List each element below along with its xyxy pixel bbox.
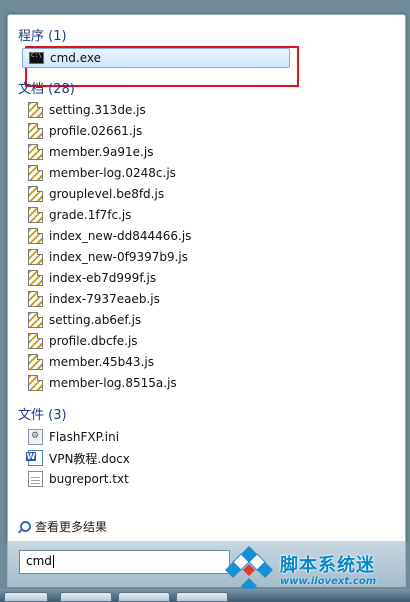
js-file-icon [28, 354, 43, 370]
result-label: grouplevel.be8fd.js [49, 187, 165, 201]
result-document[interactable]: setting.313de.js [28, 100, 146, 120]
result-label: grade.1f7fc.js [49, 208, 132, 222]
taskbar-button[interactable] [4, 592, 48, 602]
search-icon [17, 520, 31, 534]
search-input[interactable]: cmd [19, 550, 230, 574]
search-input-value: cmd [26, 554, 52, 568]
result-label: index_new-dd844466.js [49, 229, 192, 243]
js-file-icon [28, 375, 43, 391]
watermark-title: 脚本系统迷 [280, 555, 375, 576]
result-document[interactable]: index-eb7d999f.js [28, 268, 156, 288]
result-file[interactable]: VPN教程.docx [26, 448, 130, 468]
start-menu-search-results: 程序 (1) cmd.exe 文档 (28) setting.313de.js … [7, 14, 406, 543]
see-more-label: 查看更多结果 [35, 520, 108, 534]
js-file-icon [28, 207, 43, 223]
text-caret [52, 555, 54, 568]
text-file-icon [28, 471, 43, 487]
js-file-icon [28, 291, 43, 307]
result-file[interactable]: bugreport.txt [28, 469, 129, 489]
taskbar [0, 589, 410, 602]
result-document[interactable]: member-log.0248c.js [28, 163, 176, 183]
result-cmd-exe[interactable]: cmd.exe [22, 48, 290, 68]
result-label: profile.dbcfe.js [49, 334, 138, 348]
js-file-icon [28, 102, 43, 118]
js-file-icon [28, 186, 43, 202]
result-label: FlashFXP.ini [49, 430, 120, 444]
taskbar-button[interactable] [60, 592, 112, 602]
result-document[interactable]: member-log.8515a.js [28, 373, 177, 393]
js-file-icon [28, 312, 43, 328]
result-label: profile.02661.js [49, 124, 143, 138]
result-label: member.9a91e.js [49, 145, 154, 159]
js-file-icon [28, 165, 43, 181]
result-document[interactable]: member.9a91e.js [28, 142, 153, 162]
watermark-url: www.ilovext.com [280, 576, 377, 587]
js-file-icon [28, 144, 43, 160]
result-label: setting.313de.js [49, 103, 146, 117]
result-label: index_new-0f9397b9.js [49, 250, 189, 264]
result-document[interactable]: profile.02661.js [28, 121, 142, 141]
taskbar-button[interactable] [176, 592, 228, 602]
result-label: member-log.0248c.js [49, 166, 176, 180]
result-document[interactable]: member.45b43.js [28, 352, 154, 372]
result-label: VPN教程.docx [49, 451, 130, 466]
result-label: member-log.8515a.js [49, 376, 177, 390]
js-file-icon [28, 228, 43, 244]
word-document-icon [26, 450, 43, 466]
result-label: member.45b43.js [49, 355, 154, 369]
group-header-files: 文件 (3) [18, 408, 67, 423]
result-document[interactable]: profile.dbcfe.js [28, 331, 138, 351]
result-document[interactable]: grouplevel.be8fd.js [28, 184, 164, 204]
group-header-programs: 程序 (1) [18, 29, 67, 44]
js-file-icon [28, 123, 43, 139]
result-document[interactable]: index_new-dd844466.js [28, 226, 191, 246]
result-label: bugreport.txt [49, 472, 129, 486]
result-label: index-eb7d999f.js [49, 271, 157, 285]
result-document[interactable]: grade.1f7fc.js [28, 205, 131, 225]
result-label: setting.ab6ef.js [49, 313, 142, 327]
result-label: cmd.exe [50, 51, 102, 65]
js-file-icon [28, 249, 43, 265]
js-file-icon [28, 270, 43, 286]
result-document[interactable]: index_new-0f9397b9.js [28, 247, 188, 267]
result-file[interactable]: FlashFXP.ini [28, 427, 119, 447]
taskbar-button[interactable] [118, 592, 170, 602]
js-file-icon [28, 333, 43, 349]
see-more-results-link[interactable]: 查看更多结果 [17, 518, 107, 535]
result-label: index-7937eaeb.js [49, 292, 160, 306]
result-document[interactable]: index-7937eaeb.js [28, 289, 160, 309]
group-header-documents: 文档 (28) [18, 82, 75, 97]
cmd-icon [29, 52, 44, 64]
result-document[interactable]: setting.ab6ef.js [28, 310, 141, 330]
ini-settings-icon [28, 429, 43, 445]
